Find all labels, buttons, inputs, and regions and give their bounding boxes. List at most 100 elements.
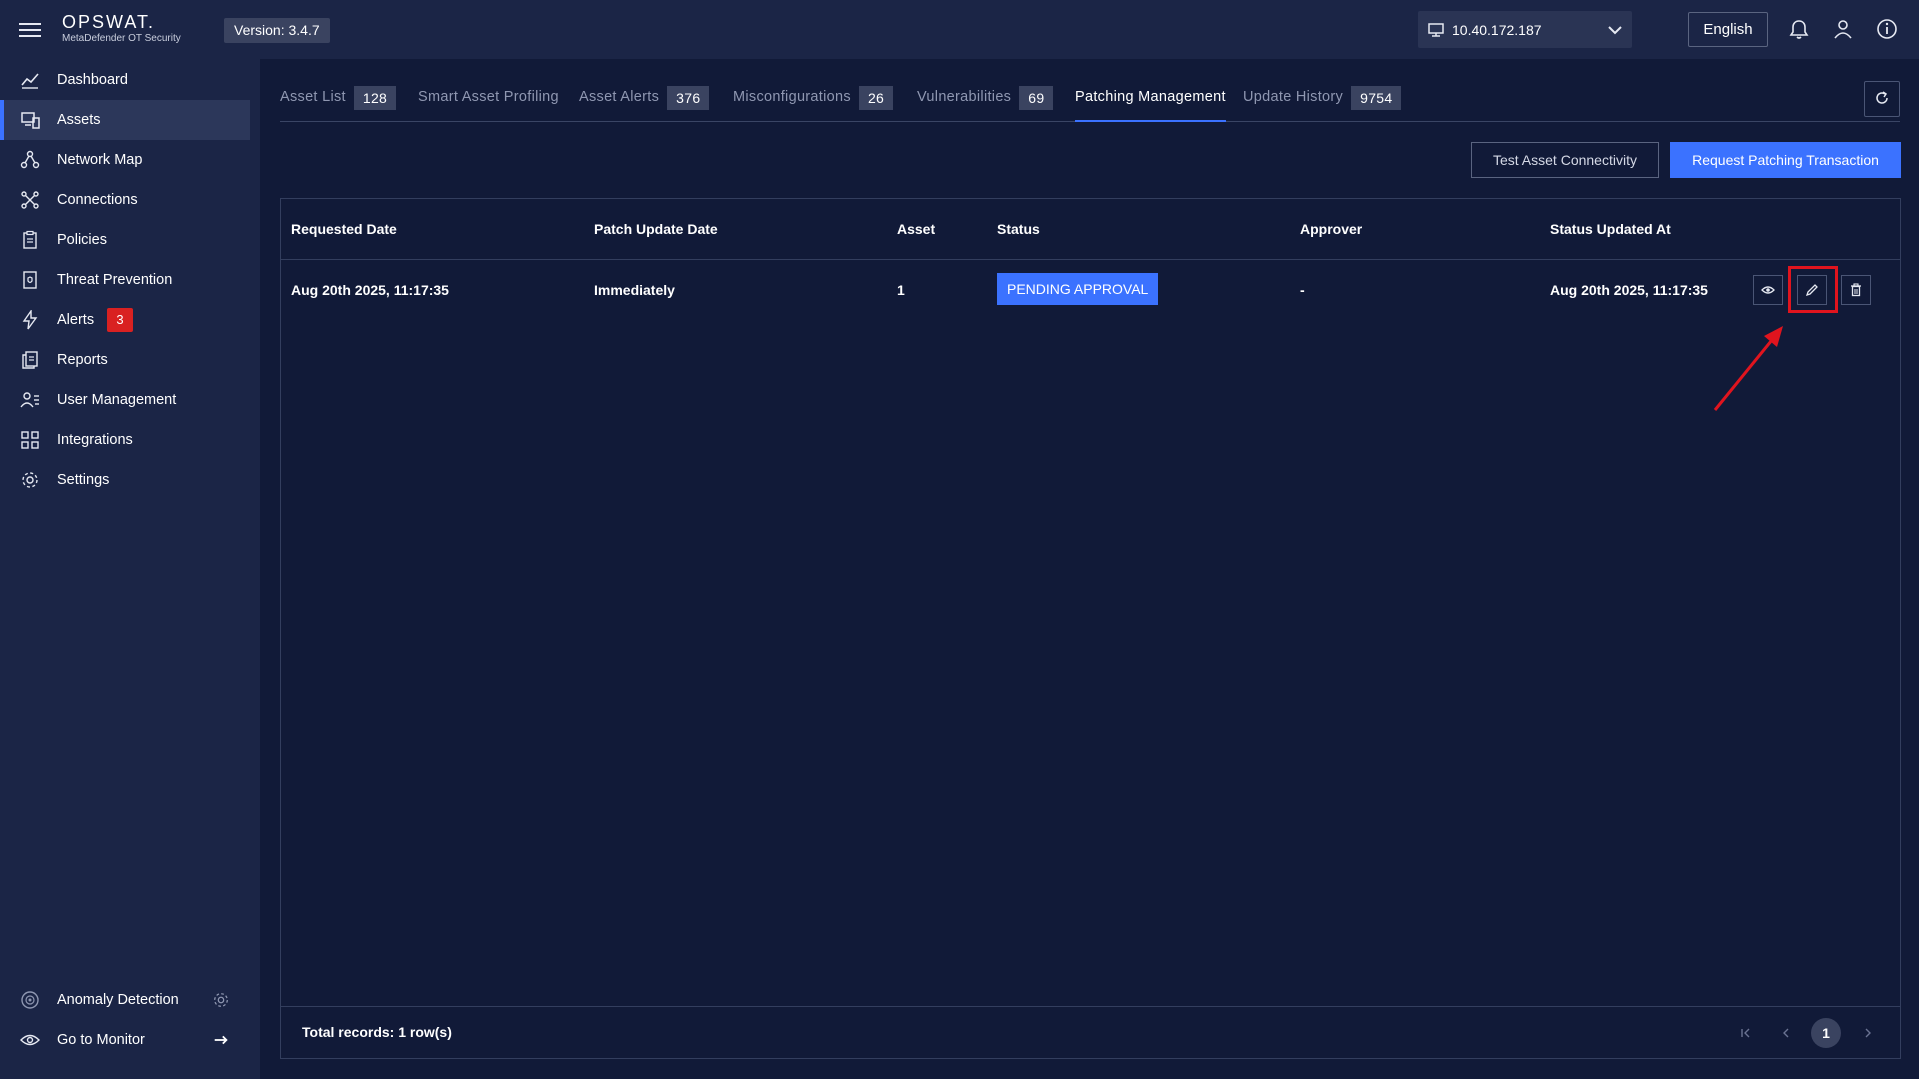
- prev-page-button[interactable]: [1771, 1018, 1801, 1048]
- tab-label: Patching Management: [1075, 89, 1226, 105]
- document-shield-icon: [23, 271, 37, 289]
- tab-count: 128: [353, 86, 397, 110]
- version-badge: Version: 3.4.7: [224, 18, 330, 43]
- test-asset-connectivity-button[interactable]: Test Asset Connectivity: [1471, 142, 1659, 178]
- tab-smart-asset-profiling[interactable]: Smart Asset Profiling: [418, 82, 559, 122]
- next-page-button[interactable]: [1853, 1018, 1883, 1048]
- sidebar-item-network-map[interactable]: Network Map: [0, 140, 250, 180]
- sidebar-item-threat-prevention[interactable]: Threat Prevention: [0, 260, 250, 300]
- tab-vulnerabilities[interactable]: Vulnerabilities 69: [917, 82, 1054, 122]
- tab-count: 9754: [1351, 86, 1402, 110]
- delete-button[interactable]: [1841, 275, 1871, 305]
- tab-label: Smart Asset Profiling: [418, 89, 559, 105]
- connections-icon: [21, 191, 39, 209]
- status-updated-at-cell: Aug 20th 2025, 11:17:35: [1550, 282, 1708, 298]
- menu-icon[interactable]: [19, 19, 41, 39]
- sidebar-item-label: Settings: [57, 472, 110, 488]
- sidebar-item-label: Alerts: [57, 312, 95, 328]
- chevron-down-icon: [1608, 25, 1622, 34]
- sidebar-item-go-to-monitor[interactable]: Go to Monitor: [0, 1020, 250, 1060]
- sidebar-item-label: Assets: [57, 112, 101, 128]
- sidebar-item-label: Network Map: [57, 152, 143, 168]
- chevron-left-icon: [1783, 1028, 1789, 1038]
- sidebar-item-label: Policies: [57, 232, 107, 248]
- top-bar: OPSWAT. MetaDefender OT Security Version…: [0, 0, 1919, 59]
- ip-value: 10.40.172.187: [1452, 21, 1542, 38]
- first-page-button[interactable]: [1731, 1018, 1761, 1048]
- tab-count: 69: [1019, 86, 1054, 110]
- sidebar-item-label: Reports: [57, 352, 108, 368]
- tab-label: Asset List: [280, 89, 346, 105]
- sidebar-item-integrations[interactable]: Integrations: [0, 420, 250, 460]
- sidebar-item-user-management[interactable]: User Management: [0, 380, 250, 420]
- sidebar-item-settings[interactable]: Settings: [0, 460, 250, 500]
- tab-asset-list[interactable]: Asset List 128: [280, 82, 397, 122]
- table-row[interactable]: Aug 20th 2025, 11:17:35 Immediately 1 PE…: [281, 261, 1900, 321]
- requested-date-cell: Aug 20th 2025, 11:17:35: [291, 282, 449, 298]
- sidebar-item-label: Threat Prevention: [57, 272, 173, 288]
- sidebar-item-anomaly-detection[interactable]: Anomaly Detection: [0, 980, 250, 1020]
- bell-icon[interactable]: [1788, 18, 1810, 40]
- tab-misconfigurations[interactable]: Misconfigurations 26: [733, 82, 894, 122]
- sidebar-item-label: Dashboard: [57, 72, 128, 88]
- patch-update-date-cell: Immediately: [594, 282, 675, 298]
- column-header: Asset: [897, 221, 936, 237]
- ip-select[interactable]: 10.40.172.187: [1418, 11, 1632, 48]
- tab-count: 376: [667, 86, 710, 110]
- info-icon[interactable]: [1876, 18, 1898, 40]
- column-header: Patch Update Date: [594, 221, 718, 237]
- network-icon: [20, 150, 40, 169]
- column-header: Approver: [1300, 221, 1363, 237]
- refresh-icon: [1876, 90, 1888, 104]
- sidebar-item-assets[interactable]: Assets: [0, 100, 250, 140]
- sidebar-item-connections[interactable]: Connections: [0, 180, 250, 220]
- status-badge: PENDING APPROVAL: [997, 273, 1159, 305]
- sidebar-item-label: Integrations: [57, 432, 133, 448]
- tab-label: Update History: [1243, 89, 1344, 105]
- page-number-button[interactable]: 1: [1811, 1018, 1841, 1048]
- lightning-icon: [22, 310, 38, 330]
- language-button[interactable]: English: [1688, 12, 1768, 47]
- approver-cell: -: [1300, 282, 1305, 298]
- user-icon[interactable]: [1832, 18, 1854, 40]
- refresh-button[interactable]: [1864, 81, 1900, 117]
- gear-icon: [22, 472, 38, 488]
- pencil-icon: [1805, 284, 1818, 297]
- tab-update-history[interactable]: Update History 9754: [1243, 82, 1402, 122]
- eye-icon: [20, 1034, 40, 1046]
- total-records: Total records: 1 row(s): [302, 1024, 452, 1040]
- gear-icon[interactable]: [212, 991, 230, 1009]
- sidebar: Dashboard Assets Network Map Connections…: [0, 59, 260, 1079]
- sidebar-item-label: Go to Monitor: [57, 1032, 145, 1048]
- sidebar-item-policies[interactable]: Policies: [0, 220, 250, 260]
- request-patching-transaction-button[interactable]: Request Patching Transaction: [1670, 142, 1901, 178]
- column-header: Status: [997, 221, 1040, 237]
- tab-count: 26: [858, 86, 894, 110]
- integrations-icon: [21, 431, 39, 449]
- tab-label: Vulnerabilities: [917, 89, 1012, 105]
- view-button[interactable]: [1753, 275, 1783, 305]
- table-header: Requested Date Patch Update Date Asset S…: [281, 199, 1900, 260]
- chevron-right-icon: [1865, 1028, 1871, 1038]
- sidebar-item-label: Anomaly Detection: [57, 992, 179, 1008]
- reports-icon: [22, 351, 38, 369]
- trash-icon: [1851, 283, 1861, 297]
- column-header: Requested Date: [291, 221, 397, 237]
- chart-line-icon: [21, 73, 39, 89]
- sidebar-item-reports[interactable]: Reports: [0, 340, 250, 380]
- eye-icon: [1761, 286, 1775, 294]
- sidebar-item-label: Connections: [57, 192, 138, 208]
- radar-icon: [21, 991, 39, 1009]
- sidebar-item-dashboard[interactable]: Dashboard: [0, 60, 250, 100]
- brand-logo: OPSWAT. MetaDefender OT Security: [62, 12, 181, 45]
- edit-button[interactable]: [1797, 275, 1827, 305]
- arrow-right-icon: [214, 1035, 228, 1045]
- brand-name: OPSWAT.: [62, 12, 156, 32]
- clipboard-icon: [23, 230, 37, 249]
- tab-patching-management[interactable]: Patching Management: [1075, 82, 1226, 122]
- sidebar-item-alerts[interactable]: Alerts 3: [0, 300, 250, 340]
- assets-icon: [21, 112, 40, 129]
- sidebar-item-label: User Management: [57, 392, 177, 408]
- alerts-count-badge: 3: [107, 308, 133, 332]
- tab-asset-alerts[interactable]: Asset Alerts 376: [579, 82, 710, 122]
